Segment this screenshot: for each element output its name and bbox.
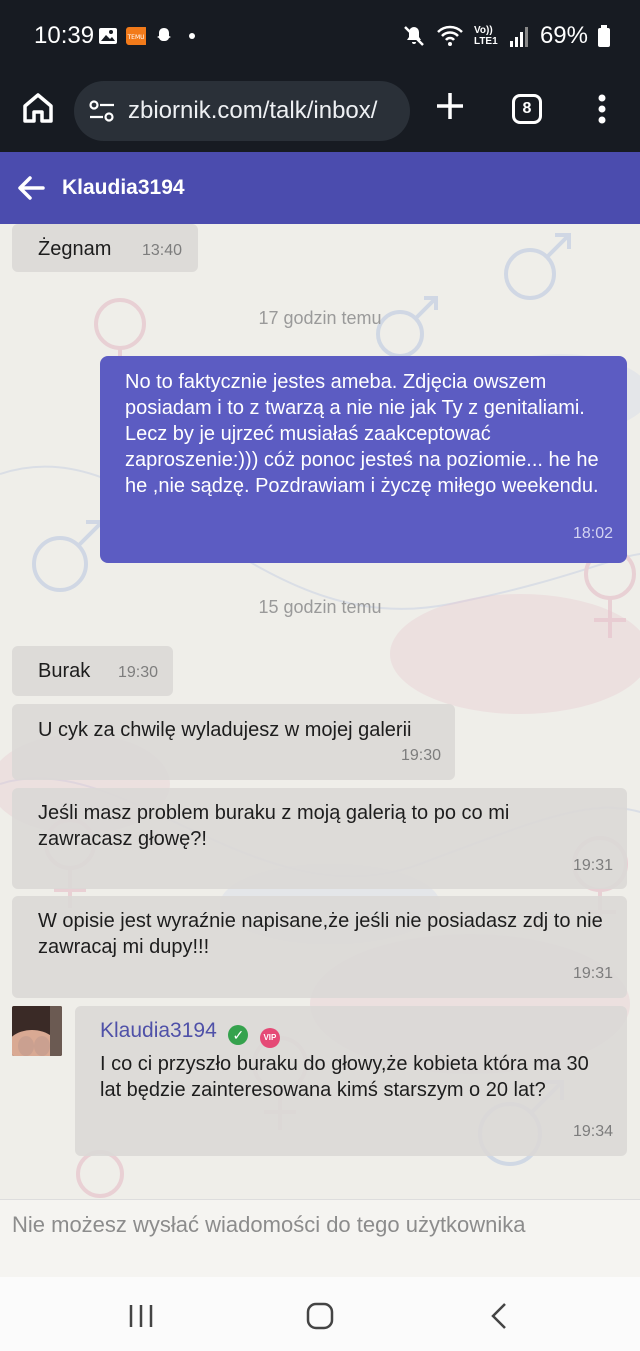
- message-text: Jeśli masz problem buraku z moją galerią…: [38, 802, 510, 850]
- message-text: Burak: [38, 660, 91, 682]
- recents-icon[interactable]: [126, 1301, 156, 1331]
- chat-title: Klaudia3194: [62, 176, 185, 199]
- browser-toolbar: zbiornik.com/talk/inbox/ 8: [0, 76, 640, 152]
- wifi-icon: [437, 25, 463, 46]
- message-bubble: U cyk za chwilę wyladujesz w mojej galer…: [12, 704, 455, 780]
- message-time: 19:34: [572, 1123, 613, 1140]
- svg-text:TEMU: TEMU: [126, 34, 144, 41]
- message-bubble: Jeśli masz problem buraku z moją galerią…: [12, 788, 627, 889]
- message-time: 18:02: [572, 525, 613, 542]
- url-text: zbiornik.com/talk/inbox/: [128, 97, 378, 124]
- volte-label: Vo)) LTE1: [473, 25, 498, 47]
- message-time: 19:31: [572, 857, 613, 874]
- message-text: Żegnam: [38, 238, 112, 260]
- signal-icon: [509, 27, 528, 47]
- vip-label: VIP: [263, 1033, 277, 1042]
- back-nav-icon[interactable]: [485, 1301, 515, 1331]
- system-nav-bar: [0, 1277, 640, 1351]
- temu-icon: TEMU: [126, 27, 146, 45]
- message-bubble: Burak 19:30: [12, 646, 173, 696]
- more-vert-icon[interactable]: [590, 92, 614, 126]
- message-bubble: Żegnam 13:40: [12, 224, 198, 272]
- image-icon: [99, 28, 117, 44]
- status-right: Vo)) LTE1 69%: [402, 22, 610, 50]
- sender-line: Klaudia3194 ✓ VIP: [100, 1018, 280, 1048]
- message-list[interactable]: Żegnam 13:40 17 godzin temu No to faktyc…: [0, 224, 640, 1199]
- battery-percent: 69%: [539, 22, 588, 49]
- message-bubble-outgoing: No to faktycznie jestes ameba. Zdjęcia o…: [100, 356, 627, 563]
- message-time: 19:30: [400, 747, 441, 764]
- message-bubble: Klaudia3194 ✓ VIP I co ci przyszło burak…: [75, 1006, 627, 1156]
- notification-icons: TEMU: [98, 26, 202, 46]
- plus-icon[interactable]: [432, 88, 468, 124]
- notice-text: Nie możesz wysłać wiadomości do tego uży…: [12, 1212, 526, 1237]
- time-divider: 15 godzin temu: [258, 597, 382, 617]
- home-nav-icon[interactable]: [305, 1301, 335, 1331]
- home-icon[interactable]: [20, 90, 56, 126]
- message-time: 19:31: [572, 965, 613, 982]
- avatar[interactable]: [12, 1006, 62, 1056]
- time-divider: 17 godzin temu: [258, 308, 382, 328]
- status-bar: 10:39 TEMU Vo)) LTE1 69%: [0, 0, 640, 76]
- snapchat-icon: [157, 28, 171, 41]
- battery-icon: [598, 25, 610, 47]
- chat-header: Klaudia3194: [0, 152, 640, 224]
- message-time: 13:40: [142, 242, 183, 259]
- avatar-image: [12, 1006, 62, 1056]
- back-arrow-icon[interactable]: [16, 173, 46, 203]
- mute-icon: [404, 26, 424, 46]
- message-text: W opisie jest wyraźnie napisane,że jeśli…: [38, 910, 603, 958]
- address-bar[interactable]: zbiornik.com/talk/inbox/: [74, 81, 410, 141]
- tab-count: 8: [522, 100, 532, 117]
- message-text: U cyk za chwilę wyladujesz w mojej galer…: [38, 719, 412, 741]
- vip-badge-icon: VIP: [259, 1028, 280, 1048]
- status-time: 10:39: [34, 22, 95, 49]
- message-text: I co ci przyszło buraku do głowy,że kobi…: [100, 1053, 589, 1101]
- verified-check-icon: ✓: [228, 1025, 249, 1045]
- message-bubble: W opisie jest wyraźnie napisane,że jeśli…: [12, 896, 627, 998]
- tabs-icon[interactable]: 8: [512, 94, 542, 124]
- sender-name[interactable]: Klaudia3194: [100, 1019, 217, 1042]
- message-time: 19:30: [118, 664, 159, 681]
- site-settings-icon[interactable]: [88, 99, 116, 123]
- cannot-send-notice: Nie możesz wysłać wiadomości do tego uży…: [0, 1199, 640, 1277]
- message-text: No to faktycznie jestes ameba. Zdjęcia o…: [125, 371, 599, 497]
- dot-icon: [189, 33, 195, 39]
